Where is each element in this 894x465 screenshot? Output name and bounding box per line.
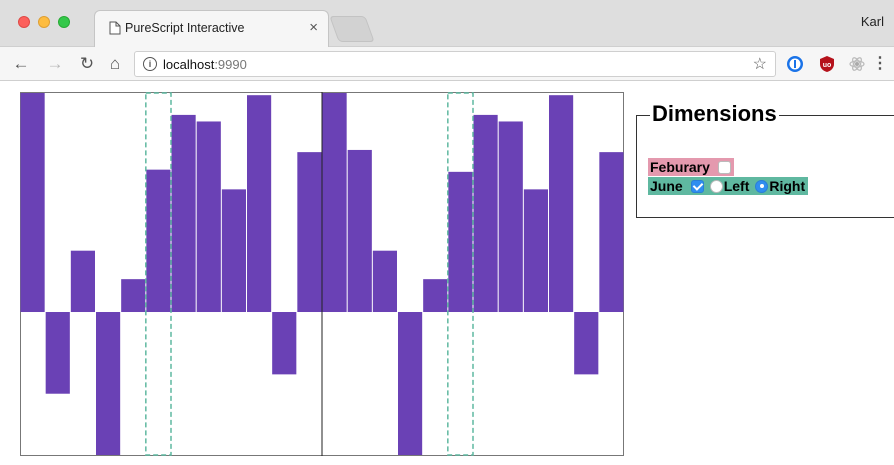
chart-bar xyxy=(549,95,574,313)
close-window-button[interactable] xyxy=(18,16,30,28)
chart-bar xyxy=(498,121,523,313)
right-radio[interactable] xyxy=(755,179,769,193)
february-label: Feburary xyxy=(650,159,710,175)
june-row: June Left Right xyxy=(648,177,809,195)
chart-bar xyxy=(247,95,272,313)
chart-bar xyxy=(70,250,95,313)
chart-bar xyxy=(423,279,448,313)
url-port: :9990 xyxy=(214,57,247,72)
url-text: localhost:9990 xyxy=(163,57,247,72)
url-host: localhost xyxy=(163,57,215,72)
star-icon[interactable]: ☆ xyxy=(753,54,767,74)
june-label: June xyxy=(650,178,683,194)
onepassword-icon[interactable] xyxy=(786,55,804,73)
chart-bar xyxy=(347,149,372,313)
chart-bar xyxy=(473,114,498,313)
chart-bar xyxy=(398,312,423,455)
chart-bar xyxy=(196,121,221,313)
left-label: Left xyxy=(723,178,750,194)
minimize-window-button[interactable] xyxy=(38,16,50,28)
home-icon[interactable]: ⌂ xyxy=(104,53,126,75)
tab-title: PureScript Interactive xyxy=(125,21,245,35)
february-checkbox[interactable] xyxy=(717,160,731,174)
chart-bar xyxy=(20,93,45,313)
ublock-icon[interactable]: uo xyxy=(818,55,836,73)
chart-bar xyxy=(171,114,196,313)
bar-chart xyxy=(20,92,624,456)
chart-bar xyxy=(121,279,146,313)
extension-icon[interactable] xyxy=(848,55,866,73)
reload-icon[interactable]: ↻ xyxy=(76,53,98,75)
document-icon xyxy=(109,21,121,35)
chart-bar xyxy=(574,312,599,375)
chart-bar xyxy=(96,312,121,455)
tab-close-icon[interactable]: × xyxy=(309,19,318,36)
chart-bar xyxy=(221,189,246,313)
february-row: Feburary xyxy=(648,158,734,176)
chart-bar xyxy=(45,312,70,394)
chart-bar xyxy=(272,312,297,375)
profile-name[interactable]: Karl xyxy=(861,14,884,29)
info-icon[interactable]: i xyxy=(143,57,157,71)
chart-bar xyxy=(523,189,548,313)
chart-bar xyxy=(322,93,347,313)
address-bar[interactable]: i localhost:9990 ☆ xyxy=(134,51,776,77)
browser-toolbar: ← → ↻ ⌂ i localhost:9990 ☆ uo ⋮ xyxy=(0,47,894,81)
chart-bar xyxy=(372,250,397,313)
chart-bar xyxy=(599,152,624,313)
left-radio[interactable] xyxy=(709,179,723,193)
bar-chart-svg xyxy=(20,92,624,456)
back-icon[interactable]: ← xyxy=(10,53,32,75)
dimensions-legend: Dimensions xyxy=(650,101,779,127)
chart-bar xyxy=(146,169,171,313)
menu-icon[interactable]: ⋮ xyxy=(872,53,888,73)
zoom-window-button[interactable] xyxy=(58,16,70,28)
browser-title-bar: PureScript Interactive × Karl xyxy=(0,0,894,48)
chart-bar xyxy=(297,152,322,313)
browser-tab[interactable]: PureScript Interactive × xyxy=(94,10,329,48)
new-tab-button[interactable] xyxy=(329,16,375,42)
june-checkbox[interactable] xyxy=(690,179,704,193)
forward-icon[interactable]: → xyxy=(44,53,66,75)
chart-bar xyxy=(448,171,473,313)
right-label: Right xyxy=(769,178,806,194)
svg-text:uo: uo xyxy=(823,62,832,69)
